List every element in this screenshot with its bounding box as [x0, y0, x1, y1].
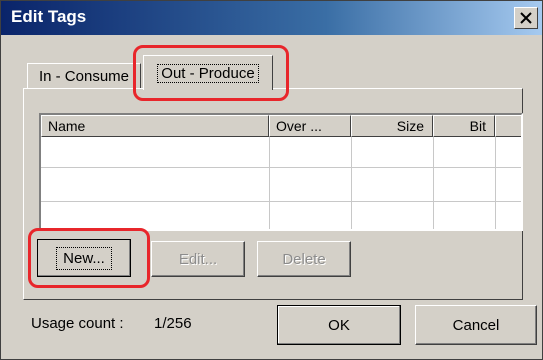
edit-button[interactable]: Edit... — [151, 241, 245, 277]
new-button[interactable]: New... — [37, 239, 131, 277]
close-button[interactable] — [514, 7, 538, 29]
tab-out-produce-label: Out - Produce — [157, 63, 259, 83]
close-icon — [520, 12, 532, 24]
title-bar[interactable]: Edit Tags — [1, 1, 542, 35]
column-divider — [351, 137, 352, 229]
ok-button[interactable]: OK — [277, 305, 401, 345]
column-divider — [495, 137, 496, 229]
column-header-filler — [495, 115, 521, 137]
usage-count-value: 1/256 — [154, 315, 192, 332]
column-header-name[interactable]: Name — [41, 115, 269, 137]
delete-button[interactable]: Delete — [257, 241, 351, 277]
row-divider — [41, 167, 521, 168]
column-header-size[interactable]: Size — [351, 115, 433, 137]
tab-in-consume-label: In - Consume — [38, 67, 130, 85]
column-header-bit[interactable]: Bit — [433, 115, 495, 137]
column-divider — [433, 137, 434, 229]
edit-tags-dialog: Edit Tags In - Consume Out - Produce Nam… — [0, 0, 543, 360]
new-button-label: New... — [56, 246, 112, 270]
column-divider — [269, 137, 270, 229]
column-header-over[interactable]: Over ... — [269, 115, 351, 137]
tags-list[interactable]: Name Over ... Size Bit — [39, 113, 523, 231]
usage-count-label: Usage count : — [31, 315, 124, 332]
row-divider — [41, 201, 521, 202]
tab-out-produce[interactable]: Out - Produce — [143, 55, 273, 90]
window-title: Edit Tags — [11, 7, 87, 26]
tab-in-consume[interactable]: In - Consume — [27, 63, 141, 88]
cancel-button[interactable]: Cancel — [415, 305, 537, 345]
